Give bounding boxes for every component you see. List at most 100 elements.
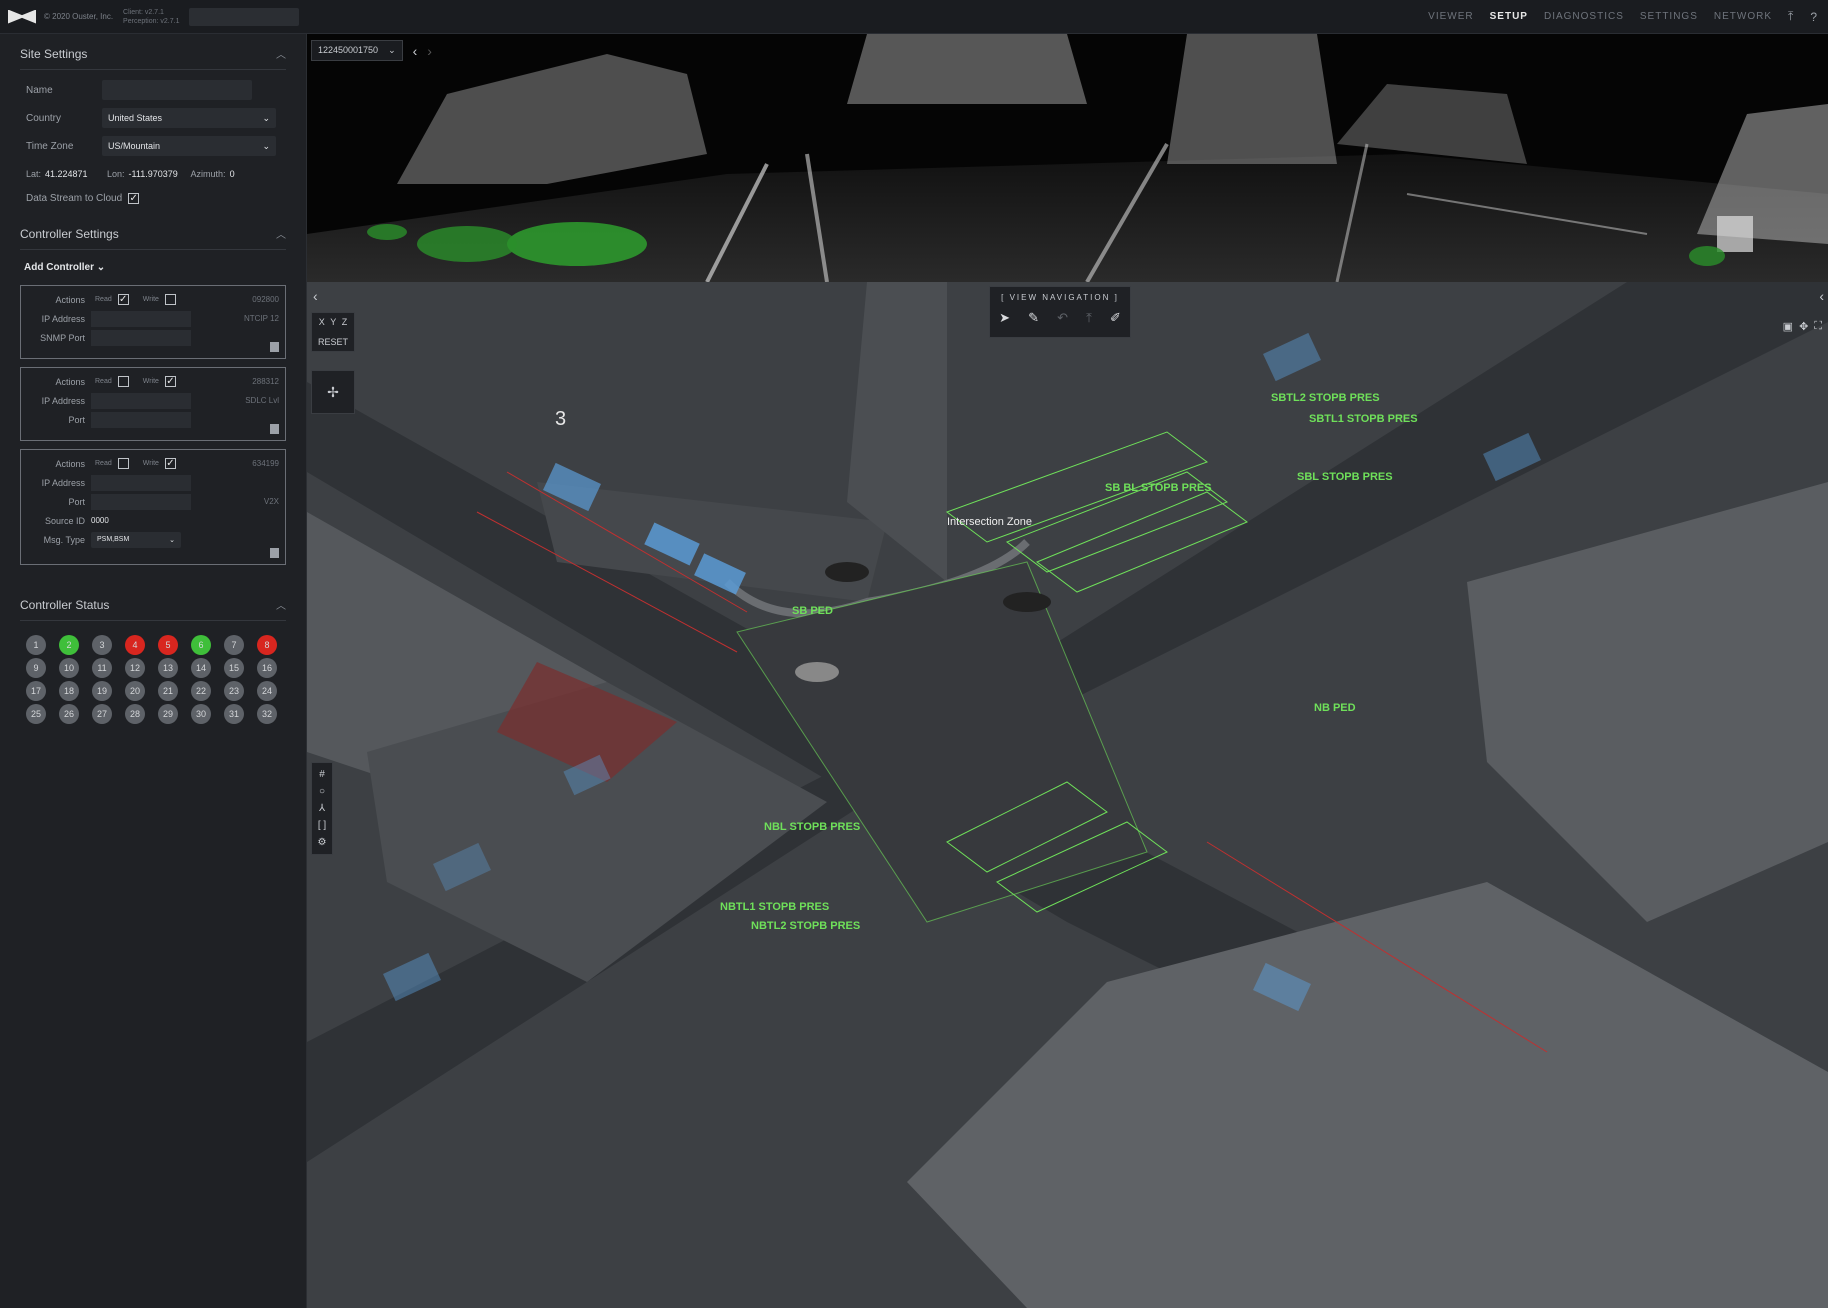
trash-icon[interactable] xyxy=(270,342,279,352)
write-checkbox[interactable]: ✓ xyxy=(164,458,176,469)
ip-address-input[interactable] xyxy=(91,392,191,409)
pin-icon[interactable]: ✥ xyxy=(1799,320,1808,333)
controller-status-dot[interactable]: 4 xyxy=(125,635,145,655)
add-controller-button[interactable]: Add Controller ⌄ xyxy=(24,262,282,273)
compass-icon[interactable]: ✢ xyxy=(311,370,355,414)
controller-status-dot[interactable]: 17 xyxy=(26,681,46,701)
zone-label-nbtl1[interactable]: NBTL1 STOPB PRES xyxy=(720,901,829,913)
intersection-zone-label[interactable]: Intersection Zone xyxy=(947,516,1032,528)
controller-status-dot[interactable]: 31 xyxy=(224,704,244,724)
lat-value[interactable]: 41.224871 xyxy=(45,169,107,179)
controller-status-dot[interactable]: 16 xyxy=(257,658,277,678)
controller-status-dot[interactable]: 20 xyxy=(125,681,145,701)
controller-status-dot[interactable]: 7 xyxy=(224,635,244,655)
controller-status-dot[interactable]: 18 xyxy=(59,681,79,701)
controller-status-dot[interactable]: 22 xyxy=(191,681,211,701)
chevron-left-icon[interactable]: ‹ xyxy=(413,43,418,59)
controller-status-dot[interactable]: 28 xyxy=(125,704,145,724)
layers-icon[interactable]: ▣ xyxy=(1783,320,1793,333)
help-icon[interactable]: ? xyxy=(1810,10,1818,24)
controller-status-dot[interactable]: 15 xyxy=(224,658,244,678)
zone-label-sb-bl[interactable]: SB BL STOPB PRES xyxy=(1105,482,1212,494)
zone-label-nb-ped[interactable]: NB PED xyxy=(1314,702,1356,714)
undo-icon[interactable]: ↶ xyxy=(1057,310,1068,326)
nav-settings[interactable]: SETTINGS xyxy=(1640,11,1698,22)
nav-diagnostics[interactable]: DIAGNOSTICS xyxy=(1544,11,1624,22)
read-checkbox[interactable] xyxy=(117,376,129,387)
person-icon[interactable]: ⅄ xyxy=(319,803,325,814)
trash-icon[interactable] xyxy=(270,548,279,558)
ruler-icon[interactable]: ✐ xyxy=(1110,310,1121,326)
lidar-point-cloud-view[interactable]: 122450001750 ⌄ ‹ › xyxy=(307,34,1828,282)
axis-x-button[interactable]: X xyxy=(319,317,325,327)
lon-value[interactable]: -111.970379 xyxy=(129,169,191,179)
name-input[interactable] xyxy=(102,80,252,100)
controller-status-dot[interactable]: 9 xyxy=(26,658,46,678)
intersection-map[interactable]: ‹ ‹ ▣ ✥ ⛶ [ VIEW NAVIGATION ] ➤ ✎ ↶ ⤒ ✐ … xyxy=(307,282,1828,1308)
port-input[interactable] xyxy=(91,493,191,510)
read-checkbox[interactable] xyxy=(117,458,129,469)
nav-network[interactable]: NETWORK xyxy=(1714,11,1772,22)
controller-status-dot[interactable]: 6 xyxy=(191,635,211,655)
site-settings-header[interactable]: Site Settings ︿ xyxy=(20,34,286,70)
trash-icon[interactable] xyxy=(270,424,279,434)
stream-checkbox[interactable]: ✓ xyxy=(128,192,140,204)
fullscreen-icon[interactable]: ⛶ xyxy=(1814,320,1822,333)
controller-status-dot[interactable]: 29 xyxy=(158,704,178,724)
controller-status-dot[interactable]: 13 xyxy=(158,658,178,678)
controller-status-dot[interactable]: 30 xyxy=(191,704,211,724)
ip-address-input[interactable] xyxy=(91,474,191,491)
source-id-value[interactable]: 0000 xyxy=(91,516,109,525)
controller-status-dot[interactable]: 3 xyxy=(92,635,112,655)
port-input[interactable] xyxy=(91,411,191,428)
controller-status-dot[interactable]: 11 xyxy=(92,658,112,678)
controller-status-dot[interactable]: 25 xyxy=(26,704,46,724)
controller-status-dot[interactable]: 32 xyxy=(257,704,277,724)
controller-status-dot[interactable]: 2 xyxy=(59,635,79,655)
zone-label-nbtl2[interactable]: NBTL2 STOPB PRES xyxy=(751,920,860,932)
chevron-right-icon[interactable]: › xyxy=(427,43,432,59)
controller-status-dot[interactable]: 10 xyxy=(59,658,79,678)
read-checkbox[interactable]: ✓ xyxy=(117,294,129,305)
pencil-icon[interactable]: ✎ xyxy=(1028,310,1039,326)
pointer-icon[interactable]: ➤ xyxy=(999,310,1010,326)
ip-address-input[interactable] xyxy=(91,310,191,327)
chevron-up-icon[interactable]: ︿ xyxy=(276,597,286,612)
sensor-select[interactable]: 122450001750 ⌄ xyxy=(311,40,403,61)
settings-icon[interactable]: ⚙ xyxy=(318,837,327,848)
controller-status-dot[interactable]: 19 xyxy=(92,681,112,701)
msg-type-select[interactable]: PSM,BSM ⌄ xyxy=(91,531,181,548)
nav-setup[interactable]: SETUP xyxy=(1490,11,1528,22)
write-checkbox[interactable]: ✓ xyxy=(164,376,176,387)
write-checkbox[interactable] xyxy=(164,294,176,305)
circle-icon[interactable]: ○ xyxy=(319,786,325,797)
zone-label-sbtl1[interactable]: SBTL1 STOPB PRES xyxy=(1309,413,1418,425)
chevron-up-icon[interactable]: ︿ xyxy=(276,226,286,241)
upload-icon[interactable]: ⤒ xyxy=(1086,310,1092,326)
controller-status-dot[interactable]: 14 xyxy=(191,658,211,678)
controller-status-dot[interactable]: 23 xyxy=(224,681,244,701)
reset-button[interactable]: RESET xyxy=(316,337,350,347)
bracket-icon[interactable]: [ ] xyxy=(318,820,326,831)
controller-settings-header[interactable]: Controller Settings ︿ xyxy=(20,214,286,250)
grid-icon[interactable]: # xyxy=(319,769,325,780)
controller-status-dot[interactable]: 21 xyxy=(158,681,178,701)
zone-label-sb-ped[interactable]: SB PED xyxy=(792,605,833,617)
controller-status-dot[interactable]: 1 xyxy=(26,635,46,655)
azimuth-value[interactable]: 0 xyxy=(230,169,235,179)
axis-y-button[interactable]: Y xyxy=(330,317,336,327)
upload-icon[interactable]: ⤒ xyxy=(1788,9,1794,24)
country-select[interactable]: United States ⌄ xyxy=(102,108,276,128)
zone-label-sbtl2[interactable]: SBTL2 STOPB PRES xyxy=(1271,392,1380,404)
nav-viewer[interactable]: VIEWER xyxy=(1428,11,1473,22)
chevron-up-icon[interactable]: ︿ xyxy=(276,46,286,61)
collapse-panel-icon[interactable]: ‹ xyxy=(1819,288,1824,304)
controller-status-dot[interactable]: 26 xyxy=(59,704,79,724)
zone-label-nbl[interactable]: NBL STOPB PRES xyxy=(764,821,860,833)
controller-status-dot[interactable]: 27 xyxy=(92,704,112,724)
controller-status-dot[interactable]: 8 xyxy=(257,635,277,655)
chevron-left-icon[interactable]: ‹ xyxy=(313,288,318,304)
timezone-select[interactable]: US/Mountain ⌄ xyxy=(102,136,276,156)
zone-label-sbl[interactable]: SBL STOPB PRES xyxy=(1297,471,1393,483)
port-input[interactable] xyxy=(91,329,191,346)
